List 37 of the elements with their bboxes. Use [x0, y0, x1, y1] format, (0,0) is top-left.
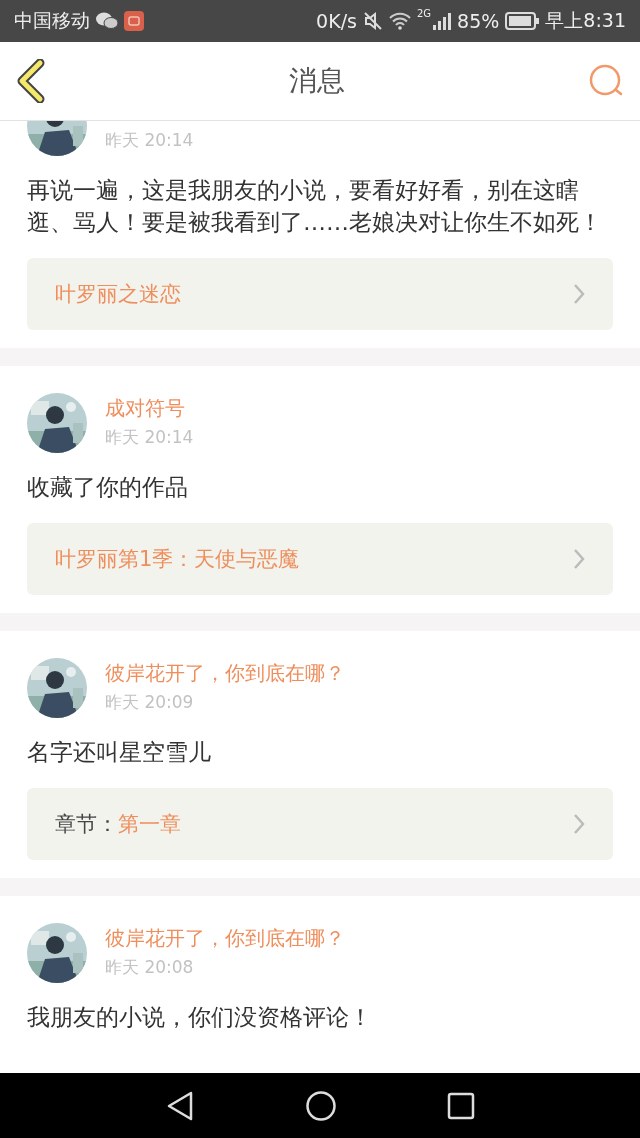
message-text: 名字还叫星空雪儿 [27, 738, 212, 767]
user-name[interactable]: 彼岸花开了，你到底在哪？ [105, 925, 345, 952]
page-title: 消息 [289, 63, 345, 99]
battery-percent: 85% [457, 10, 500, 32]
work-link[interactable]: 叶罗丽之迷恋 [27, 258, 613, 330]
work-link[interactable]: 叶罗丽第1季：天使与恶魔 [27, 523, 613, 595]
message-text: 再说一遍，这是我朋友的小说，要看好好看，别在这瞎逛、骂人！要是被我看到了……老娘决对让你生不如死！ [27, 176, 603, 237]
timestamp: 昨天 20:14 [105, 129, 194, 152]
back-icon[interactable] [16, 59, 46, 103]
message-text: 收藏了你的作品 [27, 473, 189, 502]
chapter-title: 第一章 [118, 811, 181, 838]
back-icon[interactable] [165, 1089, 195, 1122]
battery-icon [505, 12, 540, 30]
user-name[interactable]: 成对符号 [105, 395, 194, 422]
message-text: 我朋友的小说，你们没资格评论！ [27, 1003, 373, 1032]
network-speed: 0K/s [316, 10, 357, 32]
work-title: 叶罗丽第1季：天使与恶魔 [55, 546, 300, 573]
chevron-icon [573, 283, 585, 305]
timestamp: 昨天 20:09 [105, 691, 195, 714]
recents-icon[interactable] [447, 1091, 475, 1120]
chevron-icon [573, 548, 585, 570]
work-title: 叶罗丽之迷恋 [55, 281, 181, 308]
mute-icon [362, 11, 383, 31]
clock: 早上8:31 [545, 8, 626, 33]
timestamp: 昨天 20:14 [105, 426, 194, 449]
user-name[interactable]: 彼岸花开了，你到底在哪？ [105, 660, 345, 687]
carrier-name: 中国移动 [14, 8, 90, 33]
network-type: 2G [416, 8, 432, 19]
chevron-icon [573, 813, 585, 835]
wifi-icon [388, 12, 411, 30]
home-icon[interactable] [305, 1089, 337, 1122]
work-link[interactable]: 章节：第一章 [27, 788, 613, 860]
app-icon [124, 11, 144, 31]
signal-icon [433, 12, 452, 30]
timestamp: 昨天 20:08 [105, 956, 195, 979]
chat-icon [96, 12, 118, 30]
chapter-label: 章节： [55, 811, 118, 838]
